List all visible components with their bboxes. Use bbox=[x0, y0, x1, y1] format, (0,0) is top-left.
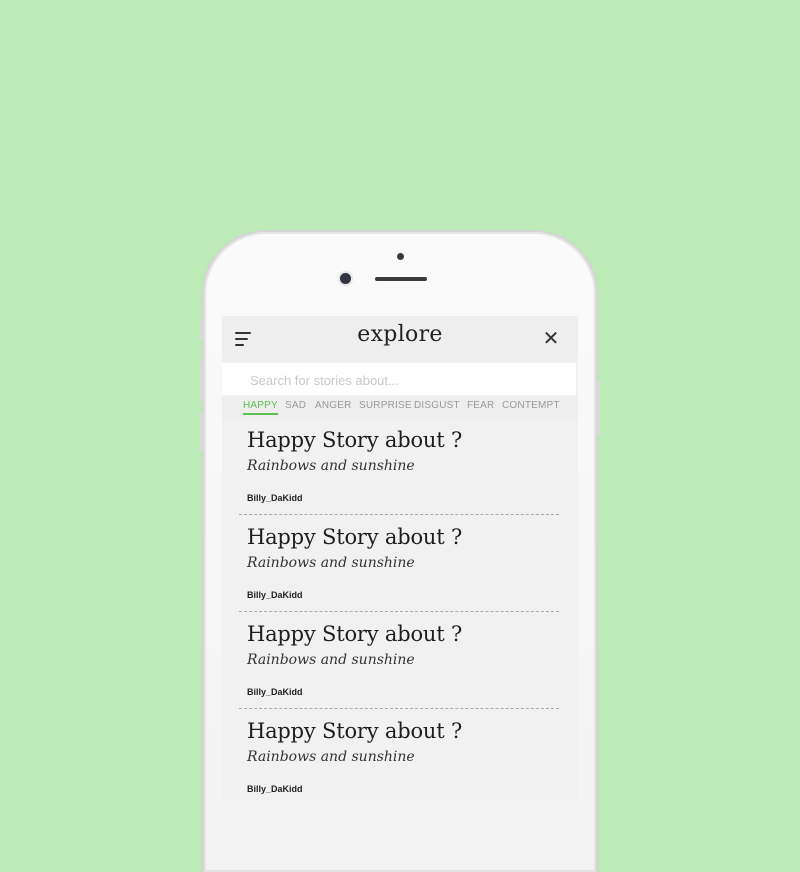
search-bar bbox=[222, 363, 576, 395]
front-sensor bbox=[397, 253, 404, 260]
story-card[interactable]: Happy Story about ? Rainbows and sunshin… bbox=[239, 713, 559, 800]
top-bar: explore ✕ bbox=[222, 316, 578, 361]
story-title: Happy Story about ? bbox=[247, 428, 463, 452]
tab-happy[interactable]: HAPPY bbox=[243, 400, 278, 415]
tab-contempt[interactable]: CONTEMPT bbox=[502, 400, 560, 411]
page-title: explore bbox=[357, 322, 443, 347]
tab-disgust[interactable]: DISGUST bbox=[414, 400, 460, 411]
tab-anger[interactable]: ANGER bbox=[315, 400, 352, 411]
volume-down-button bbox=[200, 412, 204, 452]
close-icon[interactable]: ✕ bbox=[541, 328, 561, 348]
story-author[interactable]: Billy_DaKidd bbox=[247, 784, 303, 794]
tab-fear[interactable]: FEAR bbox=[467, 400, 494, 411]
story-subtitle: Rainbows and sunshine bbox=[247, 749, 415, 765]
story-card[interactable]: Happy Story about ? Rainbows and sunshin… bbox=[239, 519, 559, 615]
search-input[interactable] bbox=[248, 367, 552, 393]
story-title: Happy Story about ? bbox=[247, 525, 463, 549]
story-subtitle: Rainbows and sunshine bbox=[247, 652, 415, 668]
story-title: Happy Story about ? bbox=[247, 622, 463, 646]
story-divider bbox=[239, 708, 559, 709]
story-author[interactable]: Billy_DaKidd bbox=[247, 493, 303, 503]
app-screen: explore ✕ HAPPY SAD ANGER SURPRISE DISGU… bbox=[222, 316, 578, 800]
tab-surprise[interactable]: SURPRISE bbox=[359, 400, 412, 411]
story-subtitle: Rainbows and sunshine bbox=[247, 555, 415, 571]
power-button bbox=[596, 380, 600, 436]
story-card[interactable]: Happy Story about ? Rainbows and sunshin… bbox=[239, 616, 559, 712]
story-author[interactable]: Billy_DaKidd bbox=[247, 687, 303, 697]
volume-up-button bbox=[200, 360, 204, 400]
story-card[interactable]: Happy Story about ? Rainbows and sunshin… bbox=[239, 422, 559, 518]
emotion-tabs: HAPPY SAD ANGER SURPRISE DISGUST FEAR CO… bbox=[222, 397, 578, 419]
earpiece-speaker bbox=[375, 277, 427, 281]
front-camera bbox=[340, 273, 351, 284]
story-author[interactable]: Billy_DaKidd bbox=[247, 590, 303, 600]
story-title: Happy Story about ? bbox=[247, 719, 463, 743]
tab-sad[interactable]: SAD bbox=[285, 400, 306, 411]
story-subtitle: Rainbows and sunshine bbox=[247, 458, 415, 474]
mute-switch bbox=[200, 318, 204, 340]
story-divider bbox=[239, 611, 559, 612]
story-divider bbox=[239, 514, 559, 515]
